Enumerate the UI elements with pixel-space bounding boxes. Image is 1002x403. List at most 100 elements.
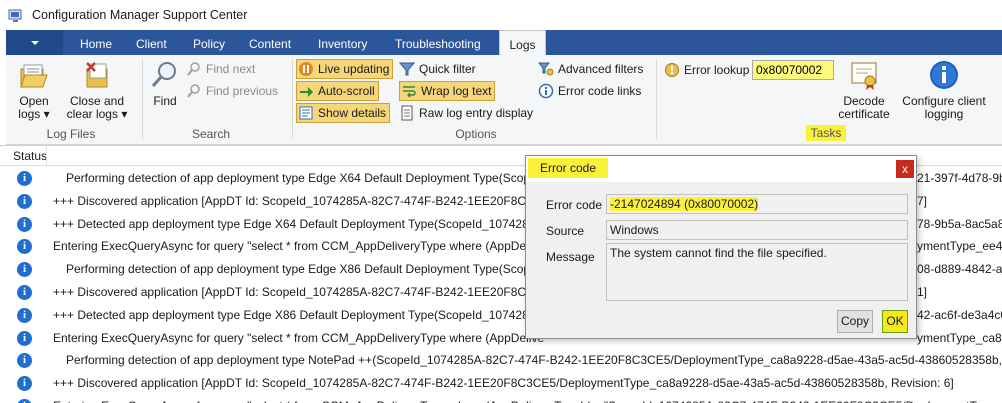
log-message: +++ Discovered application [AppDT Id: Sc… xyxy=(53,376,954,391)
error-code-links-button[interactable]: Error code links xyxy=(538,83,641,99)
app-icon xyxy=(8,7,24,23)
error-lookup-label: Error lookup xyxy=(684,63,750,77)
dialog-title-bar: Error code x xyxy=(526,156,916,182)
title-bar: Configuration Manager Support Center xyxy=(0,0,1002,30)
group-label-log-files: Log Files xyxy=(46,127,96,141)
file-menu-button[interactable] xyxy=(6,30,63,55)
log-message: +++ Discovered application [AppDT Id: Sc… xyxy=(53,193,550,208)
info-icon: i xyxy=(17,353,32,369)
error-code-value: -2147024894 (0x80070002) xyxy=(610,197,759,211)
chevron-down-icon: ▾ xyxy=(121,107,128,121)
info-icon: i xyxy=(17,216,32,232)
configure-client-logging-button[interactable]: Configure client logging xyxy=(894,59,994,121)
message-label: Message xyxy=(546,250,595,264)
error-code-dialog: Error code x Error code -2147024894 (0x8… xyxy=(525,155,917,339)
tab-home[interactable]: Home xyxy=(76,30,116,55)
live-updating-toggle[interactable]: Live updating xyxy=(296,59,394,79)
find-next-button[interactable]: Find next xyxy=(186,61,255,77)
magnifier-icon xyxy=(149,59,181,91)
column-status[interactable]: Status xyxy=(13,149,47,163)
log-message-continuation: 08-d889-4842-a xyxy=(917,262,1002,277)
find-next-icon xyxy=(186,61,202,77)
info-icon: i xyxy=(17,376,32,392)
close-clear-logs-button[interactable]: Close and clear logs ▾ xyxy=(62,59,132,121)
message-field[interactable]: The system cannot find the file specifie… xyxy=(606,243,908,301)
log-message-continuation: 42-ac6f-de3a4c0 xyxy=(917,307,1002,322)
column-divider xyxy=(46,146,47,166)
log-message-continuation: 21-397f-4d78-9b xyxy=(917,171,1002,185)
tab-logs[interactable]: Logs xyxy=(499,30,546,56)
log-message-continuation: 7] xyxy=(917,193,928,208)
info-icon: i xyxy=(17,307,32,323)
log-message: Performing detection of app deployment t… xyxy=(66,353,1002,368)
pause-icon xyxy=(298,61,314,77)
info-link-icon xyxy=(538,83,554,99)
show-details-label: Show details xyxy=(318,106,387,120)
show-details-toggle[interactable]: Show details xyxy=(296,103,391,123)
error-code-field[interactable]: -2147024894 (0x80070002) xyxy=(606,194,908,214)
advanced-filters-button[interactable]: Advanced filters xyxy=(537,61,643,77)
info-icon: i xyxy=(17,262,32,278)
ok-button[interactable]: OK xyxy=(882,310,908,333)
source-field[interactable]: Windows xyxy=(606,220,908,240)
quick-filter-button[interactable]: Quick filter xyxy=(398,61,476,77)
close-logs-icon xyxy=(81,59,113,91)
tab-troubleshooting[interactable]: Troubleshooting xyxy=(391,30,485,55)
tab-client[interactable]: Client xyxy=(132,30,171,55)
scroll-arrow-icon xyxy=(298,83,314,99)
decode-certificate-button[interactable]: Decode certificate xyxy=(836,59,892,121)
raw-log-entry-label: Raw log entry display xyxy=(419,106,534,120)
info-icon: i xyxy=(17,239,32,255)
folder-open-icon xyxy=(18,59,50,91)
wrap-log-text-label: Wrap log text xyxy=(421,84,492,98)
group-divider xyxy=(142,59,143,139)
log-message: Performing detection of app deployment t… xyxy=(66,262,547,277)
tab-policy[interactable]: Policy xyxy=(189,30,229,55)
source-label: Source xyxy=(546,224,585,238)
info-icon: i xyxy=(17,193,32,209)
live-updating-label: Live updating xyxy=(318,62,390,76)
log-row[interactable]: i Performing detection of app deployment … xyxy=(0,349,1002,372)
source-value: Windows xyxy=(610,223,659,237)
message-value: The system cannot find the file specifie… xyxy=(610,246,827,260)
group-label-options: Options xyxy=(455,127,497,141)
raw-log-entry-button[interactable]: Raw log entry display xyxy=(399,105,533,121)
error-code-label: Error code xyxy=(546,198,603,212)
group-divider xyxy=(292,59,293,139)
close-clear-label-2: clear logs xyxy=(66,107,118,121)
tab-inventory[interactable]: Inventory xyxy=(314,30,371,55)
error-lookup-input[interactable] xyxy=(752,60,834,80)
open-logs-label-2: logs xyxy=(18,107,41,121)
log-row[interactable]: i Entering ExecQueryAsync for query "sele… xyxy=(0,395,1002,403)
window-title: Configuration Manager Support Center xyxy=(32,8,248,22)
find-button[interactable]: Find xyxy=(146,59,184,108)
open-logs-button[interactable]: Open logs ▾ xyxy=(12,59,56,121)
log-message: Entering ExecQueryAsync for query "selec… xyxy=(53,330,545,345)
ribbon-tab-bar: Home Client Policy Content Inventory Tro… xyxy=(6,30,1002,56)
log-message: +++ Detected app deployment type Edge X6… xyxy=(53,216,536,231)
log-message-continuation: 1] xyxy=(917,285,928,299)
info-icon: i xyxy=(17,330,32,346)
info-icon: i xyxy=(17,285,32,300)
auto-scroll-toggle[interactable]: Auto-scroll xyxy=(296,81,379,101)
group-label-search: Search xyxy=(191,127,231,141)
document-icon xyxy=(399,105,415,121)
wrap-log-text-toggle[interactable]: Wrap log text xyxy=(399,81,496,101)
log-row[interactable]: i +++ Discovered application [AppDT Id: S… xyxy=(0,372,1002,395)
group-label-tasks: Tasks xyxy=(806,125,846,141)
error-code-links-label: Error code links xyxy=(558,84,642,98)
find-previous-button[interactable]: Find previous xyxy=(186,83,278,99)
log-message-continuation: 78-9b5a-8ac5a84 xyxy=(917,216,1002,231)
find-previous-icon xyxy=(186,83,202,99)
info-icon: i xyxy=(17,171,32,186)
close-button[interactable]: x xyxy=(896,160,914,178)
info-icon: i xyxy=(17,399,32,403)
tab-content[interactable]: Content xyxy=(245,30,295,55)
advanced-filter-icon xyxy=(537,61,554,77)
info-icon xyxy=(928,59,960,91)
chevron-down-icon xyxy=(30,40,39,45)
quick-filter-label: Quick filter xyxy=(419,62,476,76)
group-divider xyxy=(656,59,657,139)
copy-button[interactable]: Copy xyxy=(837,310,873,333)
chevron-down-icon: ▾ xyxy=(43,107,50,121)
